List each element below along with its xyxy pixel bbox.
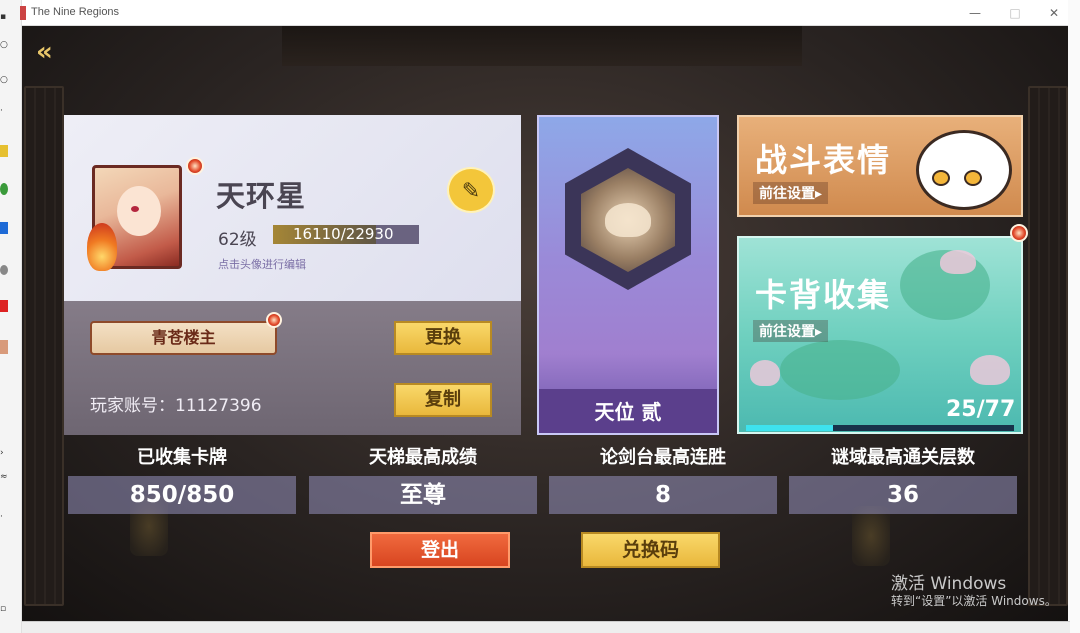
wifi-icon[interactable]: ≈ — [0, 472, 8, 482]
xp-text: 16110/22930 — [293, 225, 394, 243]
app-icon — [20, 6, 26, 20]
title-badge: 青苍楼主 — [90, 321, 277, 355]
close-button[interactable]: ✕ — [1039, 4, 1069, 22]
gem-icon — [1010, 224, 1028, 242]
gem-icon — [266, 312, 282, 328]
redeem-code-button[interactable]: 兑换码 — [581, 532, 720, 568]
taskbar-strip — [22, 621, 1070, 633]
player-name: 天环星 — [216, 179, 307, 213]
minimize-button[interactable]: — — [960, 4, 990, 22]
app-icon[interactable] — [0, 300, 8, 312]
back-arrow-icon[interactable]: « — [36, 38, 66, 66]
stat-label-cards-collected: 已收集卡牌 — [137, 447, 227, 468]
avatar[interactable] — [87, 165, 182, 271]
taskbar-icon[interactable]: · — [0, 106, 8, 116]
taskbar-icon[interactable]: · — [0, 512, 8, 522]
emote-eye — [932, 170, 950, 186]
lotus-flower — [750, 360, 780, 386]
player-level: 62级 — [218, 230, 257, 250]
copy-account-button[interactable]: 复制 — [394, 383, 492, 417]
lotus-icon — [605, 203, 651, 237]
maximize-button[interactable]: □ — [1000, 4, 1030, 22]
stat-value-arena-streak: 8 — [654, 482, 671, 508]
desktop-right-strip — [1068, 0, 1080, 633]
xp-bar: 16110/22930 — [273, 225, 419, 244]
stat-label-mystery-floors: 谜域最高通关层数 — [831, 447, 975, 468]
stat-value-ladder-best: 至尊 — [400, 482, 446, 508]
door-panel — [1028, 86, 1068, 606]
notification-icon[interactable]: ▫ — [0, 604, 8, 614]
lotus-flower — [940, 250, 976, 274]
edit-avatar-hint: 点击头像进行编辑 — [218, 258, 306, 271]
battle-emotes-goto[interactable]: 前往设置▸ — [753, 182, 829, 204]
door-panel — [24, 86, 64, 606]
lotus-flower — [970, 355, 1010, 385]
taskbar-icon[interactable]: ▪ — [0, 12, 8, 22]
stat-label-arena-streak: 论剑台最高连胜 — [600, 447, 726, 468]
chat-icon[interactable] — [0, 265, 8, 275]
app-icon[interactable] — [0, 222, 8, 234]
change-title-button[interactable]: 更换 — [394, 321, 492, 355]
flame-icon — [87, 223, 117, 271]
ceiling-beam — [282, 26, 802, 66]
gem-icon — [186, 157, 204, 175]
taskbar-icon[interactable]: ○ — [0, 40, 8, 50]
account-id: 玩家账号：11127396 — [90, 396, 262, 416]
stat-value-cards-collected: 850/850 — [129, 482, 235, 508]
emote-character-icon — [916, 130, 1012, 210]
card-back-progress-text: 25/77 — [946, 397, 1016, 422]
desktop-left-strip: ▪ ○ ○ · › ≈ · ▫ — [0, 0, 22, 633]
rank-label: 天位 贰 — [594, 400, 662, 424]
window-title: The Nine Regions — [31, 6, 120, 18]
activation-watermark-subtitle: 转到“设置”以激活 Windows。 — [891, 594, 1057, 608]
activation-watermark-title: 激活 Windows — [891, 574, 1007, 594]
battle-emotes-title: 战斗表情 — [755, 141, 892, 179]
folder-icon[interactable] — [0, 145, 8, 157]
card-back-title: 卡背收集 — [755, 276, 892, 314]
stat-value-mystery-floors: 36 — [886, 482, 919, 508]
stat-label-ladder-best: 天梯最高成绩 — [369, 447, 477, 468]
avatar-face — [117, 186, 161, 236]
lotus-leaf — [780, 340, 900, 400]
browser-icon[interactable] — [0, 183, 8, 195]
emote-eye — [964, 170, 982, 186]
game-icon[interactable] — [0, 340, 8, 354]
logout-button[interactable]: 登出 — [370, 532, 510, 568]
card-back-progress-fill — [746, 425, 834, 431]
card-back-goto[interactable]: 前往设置▸ — [753, 320, 829, 342]
edit-icon[interactable]: ✎ — [447, 167, 495, 213]
lantern — [852, 506, 890, 566]
chevron-right-icon[interactable]: › — [0, 448, 8, 458]
window-titlebar[interactable]: The Nine Regions — □ ✕ — [20, 0, 1070, 26]
taskbar-icon[interactable]: ○ — [0, 75, 8, 85]
avatar-eye — [131, 206, 139, 212]
